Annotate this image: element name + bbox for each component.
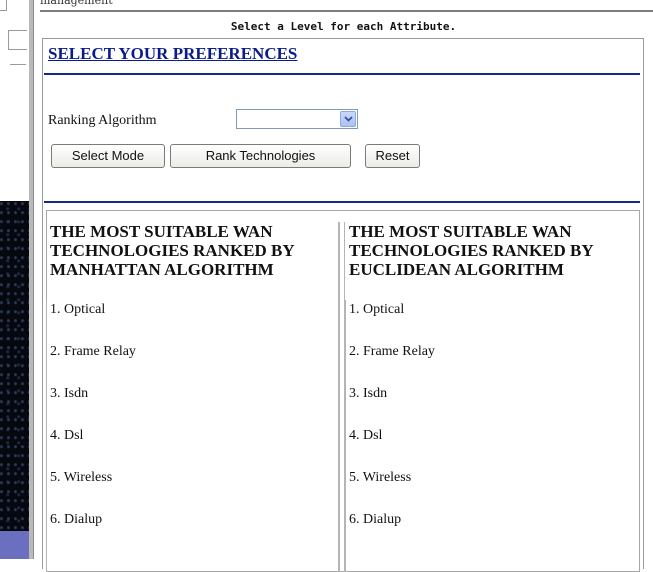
list-item: 1. Optical — [349, 302, 405, 317]
window-fragment-line — [0, 0, 7, 11]
manhattan-column: THE MOST SUITABLE WAN TECHNOLOGIES RANKE… — [46, 222, 340, 572]
section-rule — [44, 201, 640, 203]
manhattan-list: 1. Optical 2. Frame Relay 3. Isdn 4. Dsl… — [50, 300, 136, 552]
list-item: 3. Isdn — [50, 386, 89, 401]
blue-panel — [0, 531, 29, 559]
cut-off-heading: management — [40, 0, 113, 7]
list-item: 2. Frame Relay — [349, 344, 435, 359]
title-rule — [44, 73, 640, 75]
window-fragment-divider — [10, 64, 26, 65]
column-border — [345, 300, 346, 572]
select-mode-button[interactable]: Select Mode — [51, 144, 165, 168]
rank-technologies-button[interactable]: Rank Technologies — [170, 144, 351, 168]
list-item: 5. Wireless — [349, 470, 412, 485]
list-item: 6. Dialup — [349, 512, 402, 527]
page-banner: Select a Level for each Attribute. — [230, 20, 457, 33]
list-item: 2. Frame Relay — [50, 344, 136, 359]
euclidean-list: 1. Optical 2. Frame Relay 3. Isdn 4. Dsl… — [349, 300, 435, 552]
ranking-algorithm-label: Ranking Algorithm — [48, 113, 157, 128]
list-item: 4. Dsl — [349, 428, 383, 443]
manhattan-heading: THE MOST SUITABLE WAN TECHNOLOGIES RANKE… — [50, 222, 295, 279]
select-preferences-link[interactable]: SELECT YOUR PREFERENCES — [48, 44, 297, 64]
list-item: 1. Optical — [50, 302, 106, 317]
euclidean-column: THE MOST SUITABLE WAN TECHNOLOGIES RANKE… — [344, 222, 637, 572]
starfield-image — [0, 201, 29, 531]
chevron-down-icon[interactable] — [340, 111, 356, 127]
list-item: 4. Dsl — [50, 428, 84, 443]
header-rule — [40, 10, 653, 12]
window-fragment-box — [8, 30, 27, 50]
reset-button[interactable]: Reset — [365, 144, 420, 168]
list-item: 6. Dialup — [50, 512, 103, 527]
euclidean-heading: THE MOST SUITABLE WAN TECHNOLOGIES RANKE… — [349, 222, 594, 279]
frame-divider[interactable] — [29, 0, 34, 559]
column-border — [46, 300, 47, 572]
adjacent-window-strip — [0, 0, 29, 559]
ranking-algorithm-select[interactable] — [236, 109, 358, 129]
list-item: 3. Isdn — [349, 386, 388, 401]
list-item: 5. Wireless — [50, 470, 113, 485]
